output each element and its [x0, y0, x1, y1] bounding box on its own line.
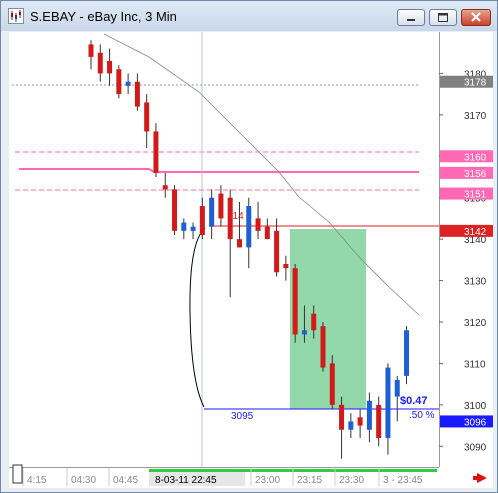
candle-body: [153, 131, 159, 173]
candle-body: [190, 226, 196, 231]
candle-body: [116, 69, 122, 95]
candle-body: [348, 421, 354, 430]
price-tag-label: 3156: [464, 169, 487, 180]
candle-body: [329, 363, 335, 405]
price-tag-label: 3151: [464, 190, 487, 201]
scroll-handle[interactable]: [12, 464, 23, 484]
time-tick-label: 23:30: [339, 475, 364, 486]
price-tick-label: 3100: [464, 401, 487, 412]
candle-body: [394, 380, 400, 397]
candle-body: [172, 189, 178, 231]
cursor-time-label: 8-03-11 22:45: [155, 475, 217, 486]
candle-body: [199, 206, 205, 235]
minimize-icon: [407, 19, 415, 21]
low-annotation: 3095: [231, 411, 254, 422]
price-tick-label: 3130: [464, 277, 487, 288]
window-title: S.EBAY - eBay Inc, 3 Min: [30, 9, 177, 24]
candle[interactable]: [320, 322, 326, 372]
candle-body: [107, 61, 113, 74]
close-icon: [471, 12, 481, 22]
maximize-button[interactable]: [429, 9, 457, 26]
chart-app-icon: [8, 8, 24, 24]
chart-window: S.EBAY - eBay Inc, 3 Min 314 3095 $0.47 …: [0, 0, 498, 493]
candle-body: [255, 218, 261, 231]
projection-box[interactable]: [290, 229, 366, 409]
candle-body: [366, 400, 372, 430]
candle-body: [162, 185, 168, 190]
candle-body: [274, 230, 280, 273]
projection-amount: $0.47: [400, 395, 428, 407]
candle[interactable]: [172, 185, 178, 235]
candle-body: [218, 193, 224, 219]
candle-body: [385, 367, 391, 438]
price-tick-label: 3090: [464, 442, 487, 453]
price-chart[interactable]: 314 3095 $0.47 .50 % 3180317031603150314…: [9, 32, 493, 488]
candle-body: [292, 268, 298, 335]
price-tick-label: 3110: [464, 359, 486, 370]
candle[interactable]: [292, 264, 298, 343]
candle-body: [125, 81, 131, 86]
price-tick-label: 3120: [464, 318, 487, 329]
high-annotation: 314: [227, 211, 244, 222]
candle[interactable]: [116, 65, 122, 99]
candle-body: [320, 326, 326, 368]
maximize-icon: [438, 13, 448, 22]
time-tick-label: 04:45: [113, 475, 138, 486]
time-tick-label: 23:00: [255, 475, 280, 486]
candle-body: [97, 52, 103, 74]
candle[interactable]: [404, 326, 410, 385]
price-tag-label: 3160: [464, 152, 487, 163]
projection-percent: .50 %: [409, 410, 435, 421]
candle-body: [209, 197, 215, 227]
time-tick-label: 04:30: [71, 475, 96, 486]
candle-body: [376, 404, 382, 438]
scroll-right-icon[interactable]: [473, 473, 487, 483]
candle-body: [246, 206, 252, 248]
plot-area[interactable]: [9, 32, 439, 467]
chart-area[interactable]: 314 3095 $0.47 .50 % 3180317031603150314…: [9, 32, 493, 488]
time-tick-label: 3 - 23:45: [383, 475, 423, 486]
candle-body: [283, 264, 289, 269]
price-tag-label: 3178: [464, 78, 487, 89]
time-tick-label: 23:15: [297, 475, 322, 486]
candle-body: [144, 102, 150, 132]
candle-body: [88, 44, 94, 57]
price-tick-label: 3170: [464, 111, 487, 122]
candle-body: [404, 330, 410, 376]
candle-body: [181, 222, 187, 231]
title-bar[interactable]: S.EBAY - eBay Inc, 3 Min: [1, 1, 497, 31]
candle-body: [264, 226, 270, 240]
close-button[interactable]: [461, 9, 491, 26]
time-tick-label: 4:15: [27, 475, 47, 486]
candle-body: [339, 404, 345, 430]
candle-body: [301, 330, 307, 335]
minimize-button[interactable]: [397, 9, 425, 26]
price-tag-label: 3096: [464, 417, 487, 428]
candle-body: [236, 239, 242, 248]
price-tag-label: 3142: [464, 227, 487, 238]
candle-body: [134, 81, 140, 107]
candle-body: [311, 313, 317, 331]
candle-body: [357, 417, 363, 426]
